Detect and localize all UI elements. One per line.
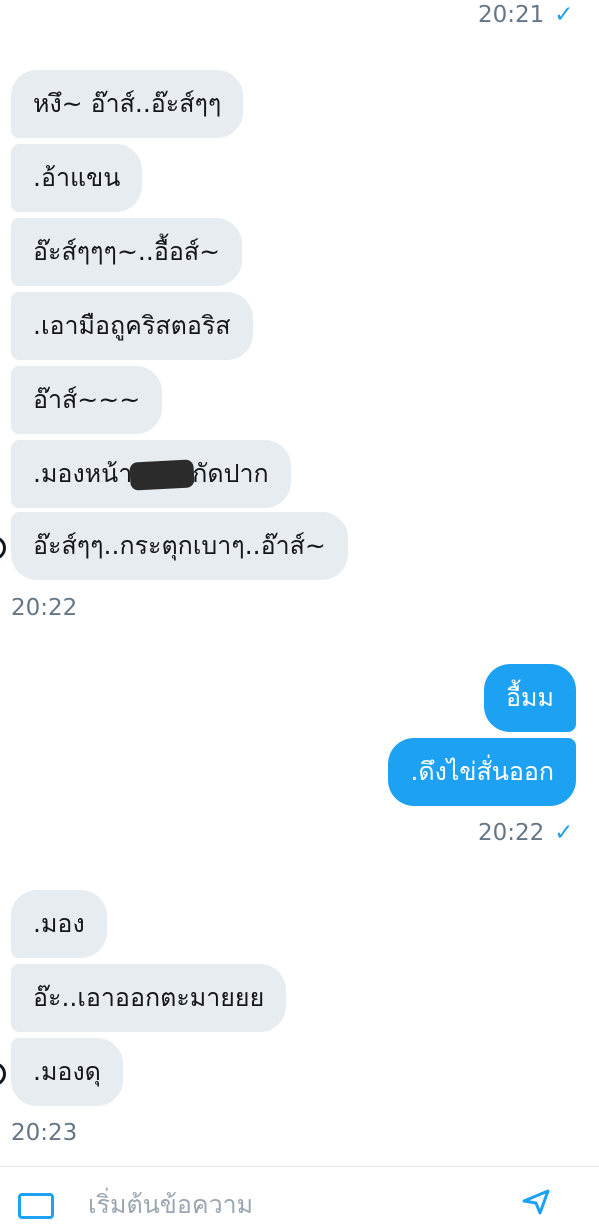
message-text: .อ้าแขน	[33, 163, 121, 192]
timestamp-text: 20:23	[11, 1120, 78, 1146]
timestamp-received: 20:23	[11, 1118, 77, 1148]
timestamp-received: 20:22	[11, 593, 77, 623]
message-text: .มองดุ	[33, 1057, 101, 1086]
message-incoming[interactable]: .อ้าแขน	[11, 144, 143, 212]
send-icon[interactable]	[522, 1187, 550, 1215]
message-incoming[interactable]: หงึ~ อ๊าส์..อ๊ะส์ๆๆ	[11, 70, 244, 138]
message-incoming[interactable]: .มองหน้า กัดปาก	[11, 440, 291, 508]
message-outgoing[interactable]: .ดึงไข่สั่นออก	[388, 738, 576, 806]
timestamp-text: 20:21	[478, 2, 545, 28]
check-icon: ✓	[554, 2, 574, 28]
message-text: อ๊ะส์ๆๆ..กระตุกเบาๆ..อ๊าส์~	[33, 531, 326, 560]
cropped-avatar-edge	[0, 1062, 6, 1086]
timestamp-sent: 20:21 ✓	[478, 0, 574, 30]
message-text: อื้มม	[506, 683, 554, 712]
message-incoming[interactable]: .มองดุ	[11, 1038, 123, 1106]
timestamp-sent: 20:22 ✓	[478, 818, 574, 848]
message-input[interactable]: เริ่มต้นข้อความ	[88, 1185, 253, 1225]
message-text: .มอง	[33, 909, 85, 938]
message-text: หงึ~ อ๊าส์..อ๊ะส์ๆๆ	[33, 89, 222, 118]
message-incoming[interactable]: อ๊ะ..เอาออกตะมายยย	[11, 964, 287, 1032]
message-outgoing[interactable]: อื้มม	[484, 664, 576, 732]
message-text: .ดึงไข่สั่นออก	[410, 757, 554, 786]
cropped-avatar-edge	[0, 536, 6, 560]
message-text: อ๊ะ..เอาออกตะมายยย	[33, 983, 265, 1012]
redaction-mark	[129, 459, 195, 491]
message-incoming[interactable]: อ๊าส์~~~	[11, 366, 163, 434]
message-incoming[interactable]: .เอามือถูคริสตอริส	[11, 292, 253, 360]
message-incoming[interactable]: อ๊ะส์ๆๆ..กระตุกเบาๆ..อ๊าส์~	[11, 512, 348, 580]
image-icon[interactable]	[18, 1193, 54, 1219]
check-icon: ✓	[554, 820, 574, 846]
message-text: อ๊าส์~~~	[33, 385, 141, 414]
conversation-view: 20:21 ✓ หงึ~ อ๊าส์..อ๊ะส์ๆๆ .อ้าแขน อ๊ะส์…	[0, 0, 599, 1219]
message-incoming[interactable]: อ๊ะส์ๆๆๆ~..อื้อส์~	[11, 218, 243, 286]
timestamp-text: 20:22	[11, 595, 78, 621]
message-text: .เอามือถูคริสตอริส	[33, 311, 231, 340]
message-text: กัดปาก	[192, 459, 269, 488]
timestamp-text: 20:22	[478, 820, 545, 846]
message-text: อ๊ะส์ๆๆๆ~..อื้อส์~	[33, 237, 221, 266]
message-incoming[interactable]: .มอง	[11, 890, 107, 958]
message-composer: เริ่มต้นข้อความ	[0, 1166, 599, 1219]
message-text: .มองหน้า	[33, 459, 133, 488]
